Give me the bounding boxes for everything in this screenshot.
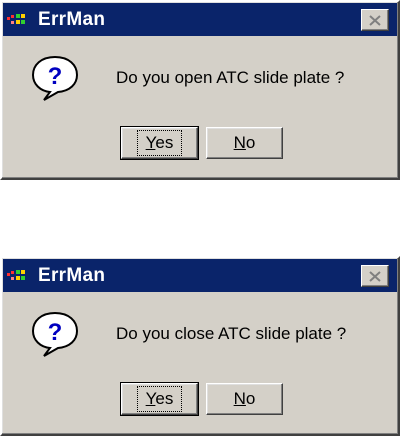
question-icon: ?	[30, 54, 80, 102]
svg-text:?: ?	[48, 63, 63, 90]
yes-button-label: Yes	[136, 386, 183, 412]
no-button-label: No	[233, 389, 256, 408]
errman-dialog-open: ErrMan ? Do you open ATC slide plate ? Y…	[0, 0, 400, 180]
app-icon	[6, 10, 36, 30]
titlebar[interactable]: ErrMan	[3, 3, 397, 36]
close-icon	[369, 14, 381, 26]
window-title: ErrMan	[38, 8, 106, 30]
app-icon	[6, 266, 36, 286]
errman-dialog-close: ErrMan ? Do you close ATC slide plate ? …	[0, 256, 400, 436]
yes-button[interactable]: Yes	[120, 382, 199, 416]
svg-text:?: ?	[48, 319, 63, 346]
question-icon: ?	[30, 310, 80, 358]
yes-button[interactable]: Yes	[120, 126, 199, 160]
no-button-label: No	[233, 133, 256, 152]
close-button[interactable]	[361, 265, 389, 287]
message-text: Do you open ATC slide plate ?	[116, 68, 345, 87]
window-title: ErrMan	[38, 264, 106, 286]
close-button[interactable]	[361, 9, 389, 31]
titlebar[interactable]: ErrMan	[3, 259, 397, 292]
message-text: Do you close ATC slide plate ?	[116, 324, 347, 343]
close-icon	[369, 270, 381, 282]
no-button[interactable]: No	[206, 383, 283, 415]
yes-button-label: Yes	[136, 130, 183, 156]
no-button[interactable]: No	[206, 127, 283, 159]
